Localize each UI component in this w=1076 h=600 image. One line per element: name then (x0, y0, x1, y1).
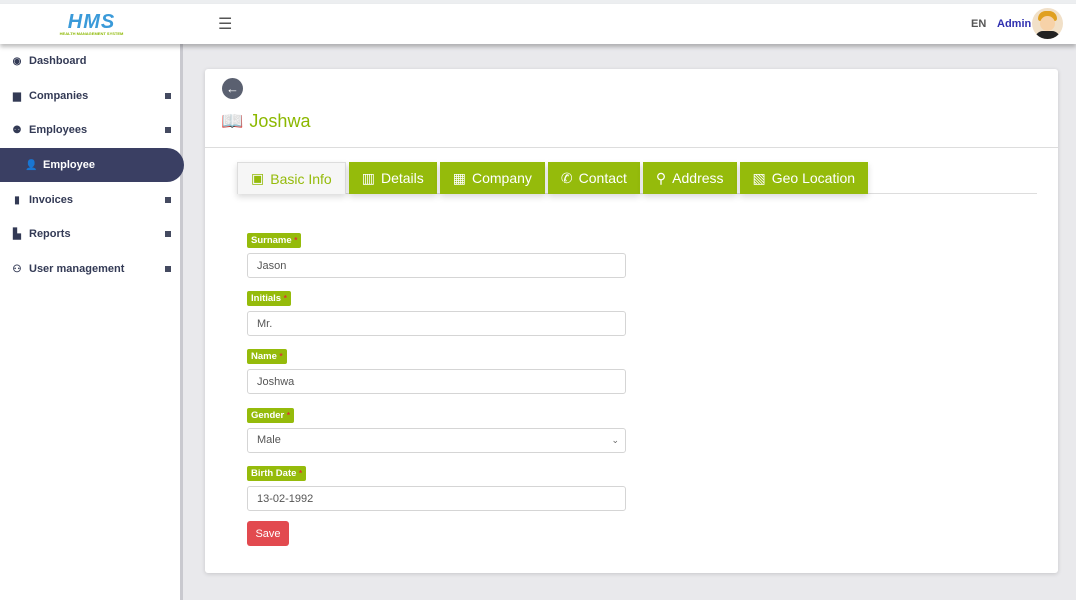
sidebar-item-reports[interactable]: ▙Reports. (0, 217, 183, 251)
user-check-icon: 👤 (25, 159, 38, 171)
tab-contact[interactable]: ✆ Contact (547, 162, 640, 194)
id-card-icon: ▣ (251, 170, 265, 186)
chevron-left-icon: . (165, 197, 171, 203)
gender-select[interactable]: Male ⌄ (247, 428, 626, 453)
logo[interactable]: HMS HEALTH MANAGEMENT SYSTEM (0, 4, 183, 44)
chart-icon: ▙ (13, 228, 21, 240)
surname-input[interactable] (247, 253, 626, 278)
name-input[interactable] (247, 369, 626, 394)
surname-field: Surname * (247, 230, 626, 278)
map-icon: ▧ (752, 169, 766, 186)
users-icon: ⚉ (12, 124, 22, 136)
dashboard-icon: ◉ (12, 55, 22, 67)
gender-field: Gender * Male ⌄ (247, 405, 626, 453)
tab-bar: ▣ Basic Info ▥ Details ▦ Company ✆ Contact ⚲… (237, 162, 1037, 194)
language-selector[interactable]: EN (971, 18, 986, 30)
building-icon: ▆ (13, 90, 21, 102)
tab-geo-location[interactable]: ▧ Geo Location (739, 162, 869, 194)
invoice-icon: ▮ (14, 194, 20, 206)
sidebar-item-employee[interactable]: 👤 Employee (0, 148, 184, 182)
user-group-icon: ⚇ (12, 263, 22, 275)
chevron-left-icon: . (165, 231, 171, 237)
top-bar: HMS HEALTH MANAGEMENT SYSTEM ☰ EN Admin (0, 4, 1076, 44)
name-field: Name * (247, 346, 626, 394)
tab-basic-info[interactable]: ▣ Basic Info (237, 162, 346, 194)
chevron-left-icon: . (165, 266, 171, 272)
tab-address[interactable]: ⚲ Address (642, 162, 737, 194)
tab-company[interactable]: ▦ Company (439, 162, 545, 194)
sidebar: ◉Dashboard ▆Companies. ⚉Employees. 👤Empl… (0, 44, 184, 600)
avatar[interactable] (1032, 8, 1063, 39)
sidebar-item-employees[interactable]: ⚉Employees. (0, 113, 183, 147)
user-name[interactable]: Admin (997, 18, 1031, 30)
sidebar-item-invoices[interactable]: ▮Invoices. (0, 183, 183, 217)
initials-input[interactable] (247, 311, 626, 336)
back-arrow-icon[interactable]: ← (222, 78, 243, 99)
chevron-down-icon: ⌄ (611, 435, 619, 445)
sidebar-item-companies[interactable]: ▆Companies. (0, 79, 183, 113)
sidebar-item-dashboard[interactable]: ◉ Dashboard (0, 44, 183, 78)
birth-date-field: Birth Date * (247, 463, 626, 511)
initials-field: Initials * (247, 288, 626, 336)
chevron-down-icon: . (165, 127, 171, 133)
tab-details[interactable]: ▥ Details (348, 162, 437, 194)
save-button[interactable]: Save (247, 521, 289, 546)
chevron-left-icon: . (165, 93, 171, 99)
divider (205, 147, 1058, 148)
page-title: 📖 Joshwa (221, 111, 311, 131)
map-pin-icon: ⚲ (655, 169, 667, 186)
book-icon: ▥ (361, 169, 375, 186)
sidebar-item-user-management[interactable]: ⚇User management. (0, 252, 183, 286)
employee-card: ← 📖 Joshwa ▣ Basic Info ▥ Details ▦ Company … (205, 69, 1058, 573)
book-icon: 📖 (221, 111, 244, 131)
building-icon: ▦ (452, 169, 466, 186)
phone-icon: ✆ (560, 169, 573, 186)
hamburger-icon[interactable]: ☰ (218, 14, 232, 34)
birth-date-input[interactable] (247, 486, 626, 511)
